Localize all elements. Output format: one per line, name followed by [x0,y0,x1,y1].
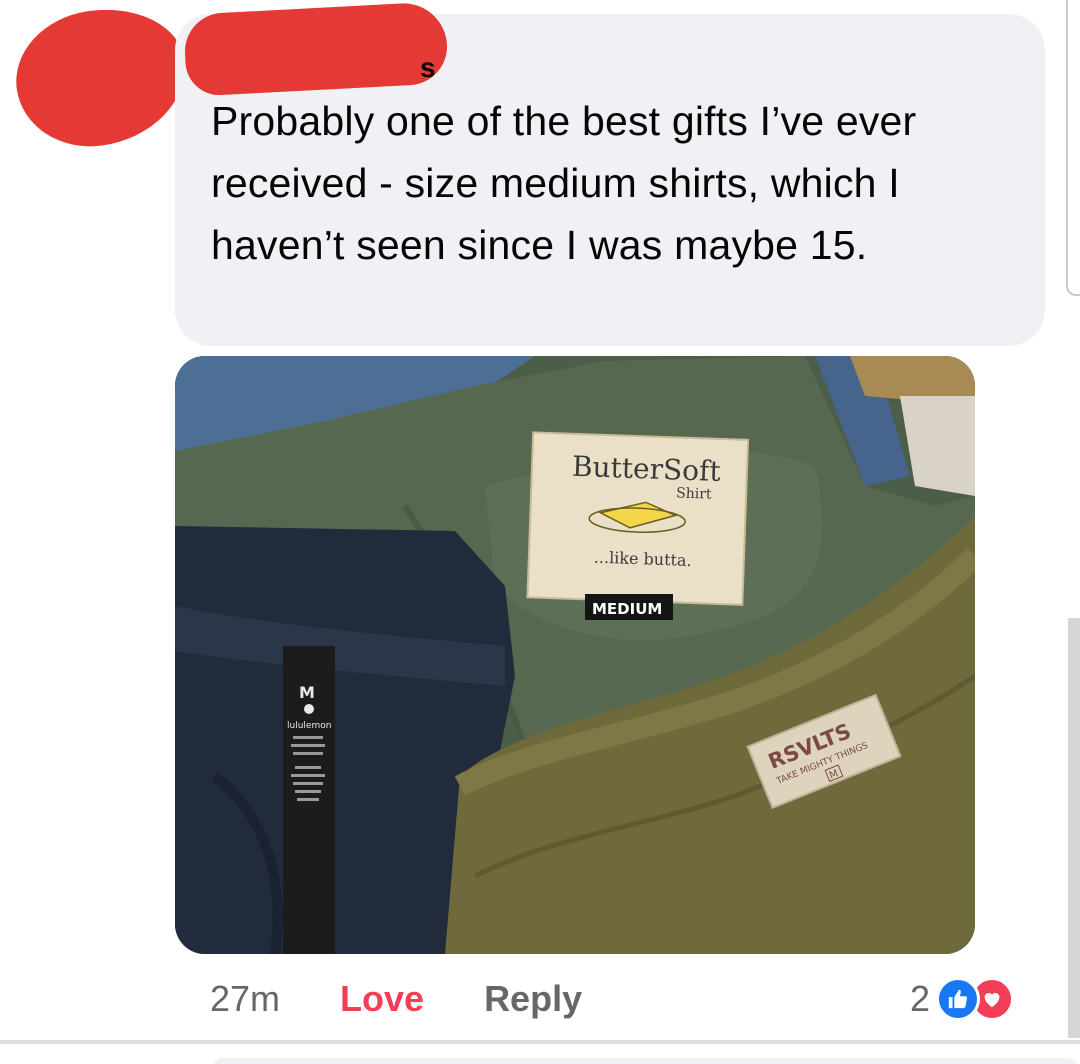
redaction-mark [183,1,449,97]
attached-photo[interactable]: ButterSoft Shirt ...like butta. MEDIUM M… [175,356,975,954]
lululemon-size-tag: M [299,683,315,702]
author-name[interactable]: s [420,52,436,84]
divider [0,1040,1080,1044]
buttersoft-size-tag: MEDIUM [592,600,662,618]
reply-button[interactable]: Reply [484,978,582,1020]
comment-text: Probably one of the best gifts I’ve ever… [211,98,917,268]
adjacent-bubble-edge [1066,0,1080,296]
lululemon-brand-text: lululemon [287,721,331,731]
redaction-mark [7,0,195,157]
reaction-summary[interactable]: 2 [910,976,1015,1022]
buttersoft-brand-text: ButterSoft [571,450,722,488]
love-reaction-button[interactable]: Love [340,978,424,1020]
comment-actions: 27m Love Reply [210,974,582,1024]
next-comment-bubble [210,1058,1080,1064]
reaction-count: 2 [910,978,931,1019]
scrollbar[interactable] [1068,618,1080,1038]
buttersoft-tagline-text: ...like butta. [594,548,692,570]
comment-timestamp[interactable]: 27m [210,978,280,1020]
buttersoft-sub-text: Shirt [676,485,712,502]
like-icon [936,977,981,1021]
